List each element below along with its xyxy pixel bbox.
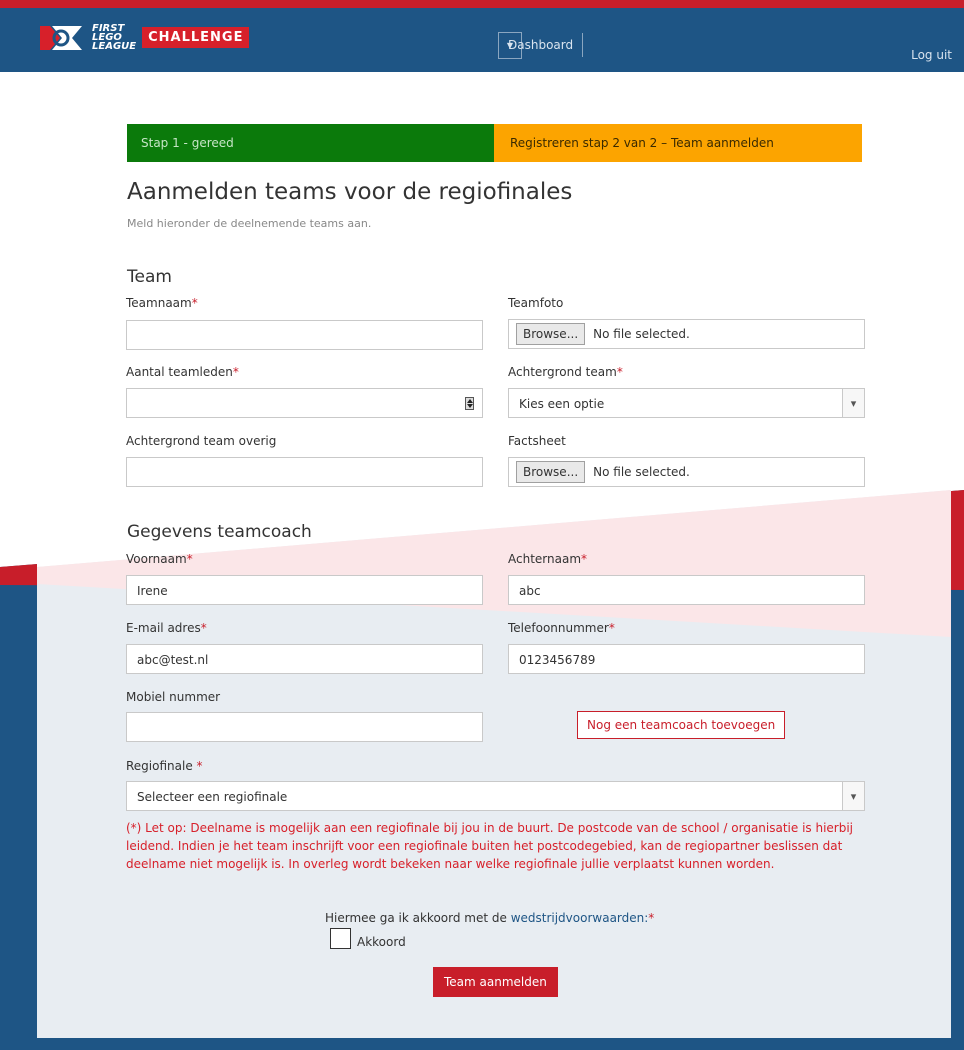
teamfoto-file-input[interactable]: Browse... No file selected. — [508, 319, 865, 349]
team-aanmelden-button[interactable]: Team aanmelden — [433, 967, 558, 997]
step-1-complete: Stap 1 - gereed — [127, 124, 494, 162]
teamnaam-input[interactable] — [126, 320, 483, 350]
step-2-current: Registreren stap 2 van 2 – Team aanmelde… — [494, 124, 862, 162]
voornaam-input[interactable]: Irene — [126, 575, 483, 605]
email-label: E-mail adres* — [126, 621, 207, 635]
teamnaam-label: Teamnaam* — [126, 296, 198, 310]
page-subtitle: Meld hieronder de deelnemende teams aan. — [127, 217, 372, 230]
aantal-teamleden-input[interactable] — [126, 388, 483, 418]
achtergrond-team-selected: Kies een optie — [519, 397, 605, 411]
teamfoto-label: Teamfoto — [508, 296, 564, 310]
number-spinner-icon[interactable] — [465, 397, 474, 410]
telefoon-input[interactable]: 0123456789 — [508, 644, 865, 674]
email-input[interactable]: abc@test.nl — [126, 644, 483, 674]
achtergrond-overig-label: Achtergrond team overig — [126, 434, 277, 448]
coach-section-heading: Gegevens teamcoach — [127, 522, 312, 542]
teamfoto-browse-button[interactable]: Browse... — [516, 323, 586, 345]
akkoord-label[interactable]: Akkoord — [357, 935, 406, 949]
mobiel-label: Mobiel nummer — [126, 690, 221, 704]
factsheet-file-input[interactable]: Browse... No file selected. — [508, 457, 865, 487]
teamfoto-file-status: No file selected. — [593, 327, 690, 341]
chevron-down-icon[interactable]: ▾ — [842, 389, 864, 417]
achternaam-input[interactable]: abc — [508, 575, 865, 605]
registration-card: Stap 1 - gereed Registreren stap 2 van 2… — [37, 111, 951, 1038]
achtergrond-team-label: Achtergrond team* — [508, 365, 623, 379]
first-lego-league-logo[interactable]: FIRST LEGO LEAGUE CHALLENGE — [38, 22, 250, 52]
mobiel-input[interactable] — [126, 712, 483, 742]
logout-link[interactable]: Log uit — [911, 48, 952, 62]
factsheet-browse-button[interactable]: Browse... — [516, 461, 586, 483]
dashboard-dropdown[interactable]: Dashboard ▼ — [498, 32, 584, 59]
agreement-prefix: Hiermee ga ik akkoord met de — [325, 911, 511, 925]
add-teamcoach-button[interactable]: Nog een teamcoach toevoegen — [577, 711, 786, 739]
factsheet-label: Factsheet — [508, 434, 566, 448]
achternaam-label: Achternaam* — [508, 552, 588, 566]
logo-wordmark: FIRST LEGO LEAGUE — [92, 22, 137, 52]
wedstrijdvoorwaarden-link[interactable]: wedstrijdvoorwaarden: — [511, 911, 649, 925]
telefoon-label: Telefoonnummer* — [508, 621, 615, 635]
akkoord-checkbox[interactable] — [330, 928, 351, 949]
fll-logo-icon — [38, 22, 84, 52]
regiofinale-selected: Selecteer een regiofinale — [137, 790, 288, 804]
challenge-badge: CHALLENGE — [142, 26, 250, 48]
agreement-required-mark: * — [648, 911, 655, 925]
chevron-down-icon[interactable]: ▾ — [842, 782, 864, 810]
agreement-text: Hiermee ga ik akkoord met de wedstrijdvo… — [325, 911, 654, 925]
step-progress: Stap 1 - gereed Registreren stap 2 van 2… — [127, 124, 862, 162]
aantal-teamleden-label: Aantal teamleden* — [126, 365, 239, 379]
factsheet-file-status: No file selected. — [593, 465, 690, 479]
top-navbar: FIRST LEGO LEAGUE CHALLENGE Dashboard ▼ Lo… — [0, 0, 964, 72]
voornaam-label: Voornaam* — [126, 552, 193, 566]
regiofinale-select[interactable]: Selecteer een regiofinale ▾ — [126, 781, 865, 811]
regiofinale-label: Regiofinale * — [126, 759, 203, 773]
dashboard-label[interactable]: Dashboard — [499, 33, 584, 57]
regiofinale-note: (*) Let op: Deelname is mogelijk aan een… — [126, 821, 854, 871]
team-section-heading: Team — [127, 267, 172, 287]
achtergrond-overig-input[interactable] — [126, 457, 483, 487]
achtergrond-team-select[interactable]: Kies een optie ▾ — [508, 388, 865, 418]
page-title: Aanmelden teams voor de regiofinales — [127, 179, 573, 205]
